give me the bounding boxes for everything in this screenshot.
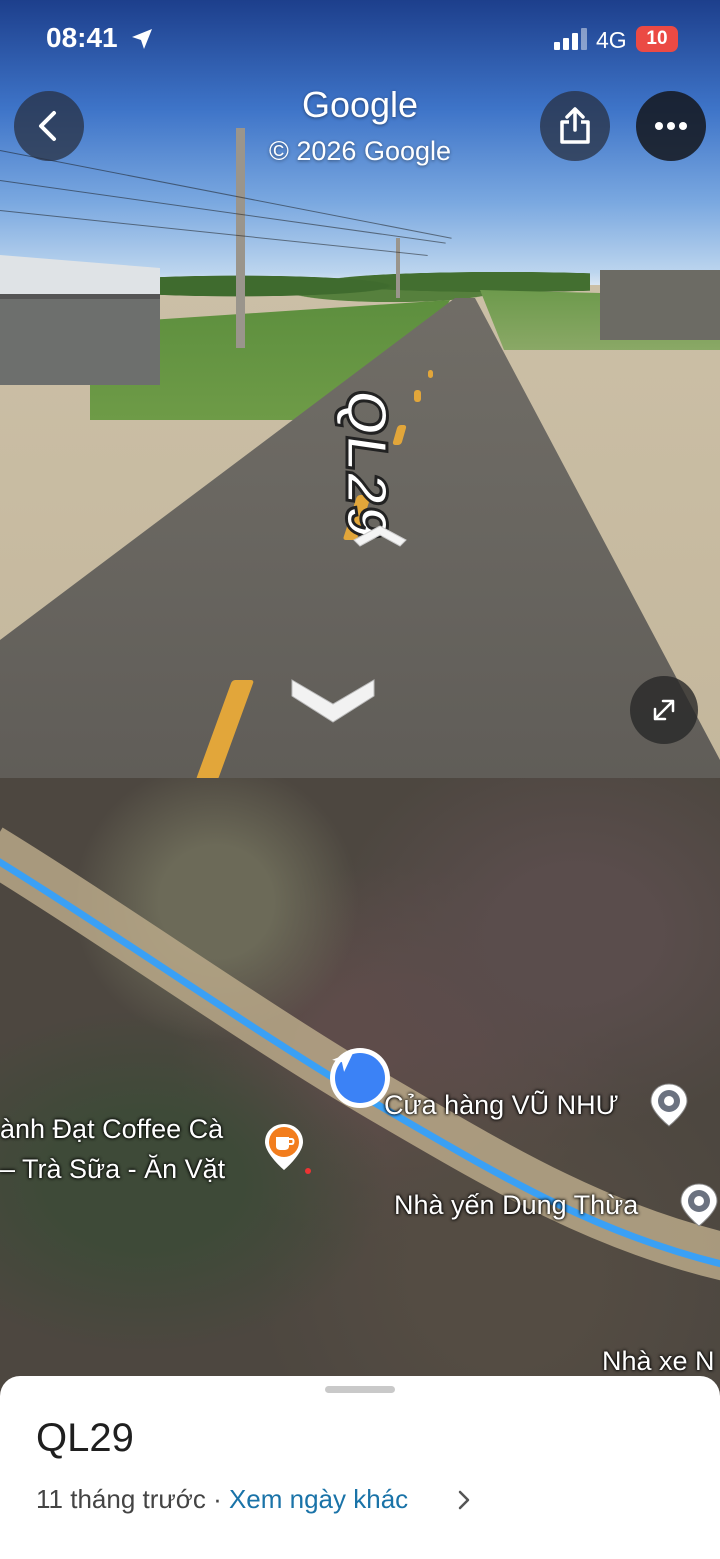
sheet-drag-handle[interactable] [325, 1386, 395, 1393]
signal-strength-icon [554, 28, 587, 50]
chevron-left-icon [39, 111, 56, 141]
battery-level: 10 [646, 28, 668, 49]
location-pin-icon[interactable] [678, 1182, 720, 1228]
capture-date-row: 11 tháng trước · Xem ngày khác [36, 1484, 408, 1515]
back-button[interactable] [14, 91, 84, 161]
capture-age: 11 tháng trước [36, 1484, 206, 1514]
roadside-house [0, 255, 160, 385]
roadside-wall [600, 270, 720, 340]
expand-button[interactable] [630, 676, 698, 744]
place-label-coffee-1[interactable]: ành Đạt Coffee Cà [0, 1114, 223, 1145]
copyright-text: © 2026 Google [268, 136, 452, 166]
more-button[interactable] [636, 91, 706, 161]
share-icon [560, 107, 590, 144]
street-view-panel[interactable]: QL29 Google © 2026 Google [0, 0, 720, 778]
place-dot-marker [305, 1168, 311, 1174]
battery-indicator: 10 [636, 26, 678, 52]
place-label-nha-yen[interactable]: Nhà yến Dung Thừa [394, 1190, 638, 1221]
place-label-coffee-2[interactable]: – Trà Sữa - Ăn Vặt [0, 1154, 225, 1185]
navigation-arrow-icon [332, 1051, 354, 1072]
status-time: 08:41 [46, 22, 118, 53]
place-label-vu-nhu[interactable]: Cửa hàng VŨ NHƯ [384, 1090, 619, 1121]
status-bar: 08:41 4G 10 [0, 0, 720, 80]
road-title: QL29 [36, 1416, 134, 1460]
place-label-nha-xe[interactable]: Nhà xe N [602, 1346, 715, 1377]
google-watermark: Google [301, 84, 419, 125]
satellite-map[interactable]: Cửa hàng VŨ NHƯ ành Đạt Coffee Cà – Trà … [0, 778, 720, 1398]
separator-dot: · [205, 1484, 229, 1514]
lane-marking [414, 390, 421, 402]
lane-marking [428, 370, 433, 378]
share-button[interactable] [540, 91, 610, 161]
location-pin-icon[interactable] [648, 1082, 690, 1128]
pegman-position[interactable] [330, 1048, 390, 1108]
bottom-sheet[interactable]: QL29 11 tháng trước · Xem ngày khác [0, 1376, 720, 1559]
move-backward-arrow[interactable] [288, 660, 378, 725]
power-line [0, 210, 428, 256]
network-type: 4G [596, 27, 627, 53]
utility-pole [396, 238, 400, 298]
location-arrow-icon [132, 29, 152, 49]
pegman-marker [332, 1051, 385, 1103]
chevron-right-icon[interactable] [456, 1488, 472, 1512]
coffee-pin-icon[interactable] [262, 1122, 306, 1172]
more-horizontal-icon [655, 122, 687, 130]
expand-icon [653, 699, 675, 721]
move-forward-arrow[interactable] [350, 520, 410, 550]
see-other-dates-link[interactable]: Xem ngày khác [229, 1484, 408, 1514]
